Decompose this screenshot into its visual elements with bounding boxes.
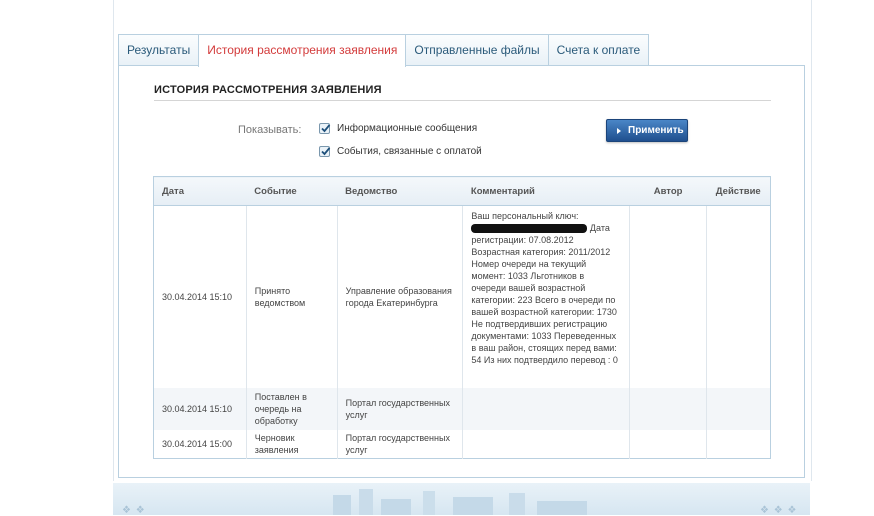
redacted-key bbox=[471, 224, 588, 234]
history-panel: ИСТОРИЯ РАССМОТРЕНИЯ ЗАЯВЛЕНИЯ Показыват… bbox=[118, 65, 805, 478]
comment-text: Дата регистрации: 07.08.2012 Возрастная … bbox=[471, 223, 618, 365]
ornament-right-icon: ❖ ❖ ❖ bbox=[760, 505, 798, 516]
apply-button[interactable]: Применить bbox=[606, 119, 688, 142]
checkbox-info-messages[interactable] bbox=[319, 123, 331, 134]
cell-author bbox=[629, 388, 707, 430]
checkmark-icon bbox=[321, 147, 331, 156]
checkbox-payment-events[interactable] bbox=[319, 146, 331, 157]
cell-action bbox=[705, 388, 771, 430]
column-header-author[interactable]: Автор bbox=[629, 176, 707, 206]
column-header-action[interactable]: Действие bbox=[706, 176, 771, 206]
tab-bar: Результаты История рассмотрения заявлени… bbox=[118, 34, 650, 67]
column-header-event[interactable]: Событие bbox=[246, 176, 338, 206]
apply-button-label: Применить bbox=[628, 125, 684, 136]
cell-agency: Управление образования города Екатеринбу… bbox=[336, 205, 463, 388]
column-header-comment[interactable]: Комментарий bbox=[462, 176, 630, 206]
play-arrow-icon bbox=[617, 127, 621, 134]
tab-history[interactable]: История рассмотрения заявления bbox=[198, 34, 407, 67]
show-label: Показывать: bbox=[238, 124, 302, 136]
filter-info-messages[interactable]: Информационные сообщения bbox=[319, 123, 477, 134]
table-row: 30.04.2014 15:10 Поставлен в очередь на … bbox=[153, 388, 771, 430]
table-header-row: Дата Событие Ведомство Комментарий Автор… bbox=[153, 176, 771, 206]
cell-event: Черновик заявления bbox=[245, 430, 338, 459]
table-row: 30.04.2014 15:10 Принято ведомством Упра… bbox=[154, 205, 771, 388]
footer-band bbox=[113, 483, 810, 515]
cell-date: 30.04.2014 15:00 bbox=[162, 439, 233, 449]
tab-results[interactable]: Результаты bbox=[118, 34, 200, 65]
tab-sent-files[interactable]: Отправленные файлы bbox=[405, 34, 549, 65]
cell-date: 30.04.2014 15:10 bbox=[153, 388, 247, 430]
cell-action bbox=[705, 430, 771, 459]
history-table: Дата Событие Ведомство Комментарий Автор… bbox=[153, 176, 771, 459]
column-header-agency[interactable]: Ведомство bbox=[337, 176, 463, 206]
column-header-date[interactable]: Дата bbox=[153, 176, 247, 206]
cell-agency: Портал государственных услуг bbox=[336, 388, 463, 430]
cell-event: Принято ведомством bbox=[245, 205, 338, 388]
filter-payment-events[interactable]: События, связанные с оплатой bbox=[319, 146, 482, 157]
cell-action bbox=[705, 205, 771, 388]
checkmark-icon bbox=[321, 124, 331, 133]
section-title: ИСТОРИЯ РАССМОТРЕНИЯ ЗАЯВЛЕНИЯ bbox=[154, 84, 382, 96]
cell-date: 30.04.2014 15:10 bbox=[162, 292, 233, 302]
cell-agency: Портал государственных услуг bbox=[336, 430, 463, 459]
filter-info-messages-label: Информационные сообщения bbox=[337, 123, 478, 134]
ornament-left-icon: ❖ ❖ bbox=[122, 505, 146, 516]
cell-comment: Ваш персональный ключ: Дата регистрации:… bbox=[462, 205, 630, 388]
comment-key-label: Ваш персональный ключ: bbox=[471, 211, 579, 221]
city-skyline-decoration bbox=[333, 487, 593, 515]
tab-invoices[interactable]: Счета к оплате bbox=[547, 34, 650, 65]
filter-payment-events-label: События, связанные с оплатой bbox=[337, 146, 482, 157]
cell-comment bbox=[462, 430, 630, 459]
section-divider bbox=[154, 100, 771, 101]
table-row: 30.04.2014 15:00 Черновик заявления Порт… bbox=[154, 430, 771, 459]
cell-author bbox=[629, 205, 707, 388]
cell-event: Поставлен в очередь на обработку bbox=[245, 388, 338, 430]
cell-author bbox=[629, 430, 707, 459]
cell-comment bbox=[462, 388, 630, 430]
